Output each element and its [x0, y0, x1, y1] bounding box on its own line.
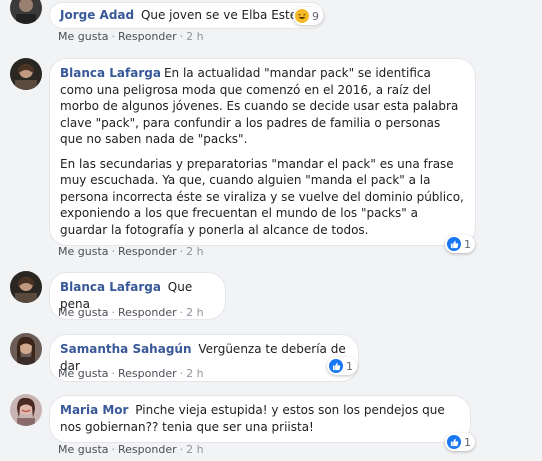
- comment-text: Que joven se ve Elba Ester: [140, 8, 303, 22]
- avatar[interactable]: [10, 394, 42, 426]
- avatar[interactable]: [10, 333, 42, 365]
- comment-actions: Me gusta · Responder · 2 h: [58, 30, 204, 43]
- like-icon: [447, 435, 461, 449]
- comment-author[interactable]: Samantha Sahagún: [60, 342, 192, 356]
- timestamp[interactable]: 2 h: [186, 245, 203, 258]
- like-icon: [447, 237, 461, 251]
- avatar[interactable]: [10, 0, 42, 24]
- comment-thread: Jorge Adad Que joven se ve Elba Ester 9 …: [0, 0, 542, 461]
- reaction-badge[interactable]: 1: [327, 357, 357, 375]
- like-link[interactable]: Me gusta: [58, 443, 109, 456]
- comment-author[interactable]: Blanca Lafarga: [60, 280, 161, 294]
- timestamp[interactable]: 2 h: [186, 30, 203, 43]
- reaction-count: 1: [464, 435, 471, 449]
- reaction-badge[interactable]: 9: [293, 7, 323, 25]
- reply-link[interactable]: Responder: [118, 245, 177, 258]
- like-link[interactable]: Me gusta: [58, 30, 109, 43]
- timestamp[interactable]: 2 h: [186, 367, 203, 380]
- like-link[interactable]: Me gusta: [58, 306, 109, 319]
- comment-actions: Me gusta · Responder · 2 h: [58, 443, 204, 456]
- comment-bubble: Maria Mor Pinche vieja estupida! y estos…: [49, 395, 471, 443]
- timestamp[interactable]: 2 h: [186, 306, 203, 319]
- comment-actions: Me gusta · Responder · 2 h: [58, 367, 204, 380]
- reply-link[interactable]: Responder: [118, 306, 177, 319]
- comment-author[interactable]: Maria Mor: [60, 403, 128, 417]
- comment-bubble: Blanca Lafarga En la actualidad "mandar p…: [49, 58, 476, 246]
- timestamp[interactable]: 2 h: [186, 443, 203, 456]
- reply-link[interactable]: Responder: [118, 443, 177, 456]
- reply-link[interactable]: Responder: [118, 30, 177, 43]
- reaction-count: 1: [346, 359, 353, 373]
- reply-link[interactable]: Responder: [118, 367, 177, 380]
- like-link[interactable]: Me gusta: [58, 245, 109, 258]
- comment-paragraph: Blanca Lafarga En la actualidad "mandar p…: [60, 65, 465, 148]
- comment-paragraph: En las secundarias y preparatorias "mand…: [60, 156, 464, 237]
- comment-author[interactable]: Blanca Lafarga: [60, 66, 161, 80]
- avatar[interactable]: [10, 271, 42, 303]
- comment-bubble: Jorge Adad Que joven se ve Elba Ester: [49, 2, 325, 29]
- comment-actions: Me gusta · Responder · 2 h: [58, 245, 204, 258]
- like-link[interactable]: Me gusta: [58, 367, 109, 380]
- reaction-badge[interactable]: 1: [445, 433, 475, 451]
- like-icon: [329, 359, 343, 373]
- comment-actions: Me gusta · Responder · 2 h: [58, 306, 204, 319]
- reaction-count: 9: [312, 9, 319, 23]
- comment-author[interactable]: Jorge Adad: [60, 8, 134, 22]
- reaction-badge[interactable]: 1: [445, 235, 475, 253]
- reaction-count: 1: [464, 237, 471, 251]
- avatar[interactable]: [10, 58, 42, 90]
- haha-emoji-icon: [295, 9, 309, 23]
